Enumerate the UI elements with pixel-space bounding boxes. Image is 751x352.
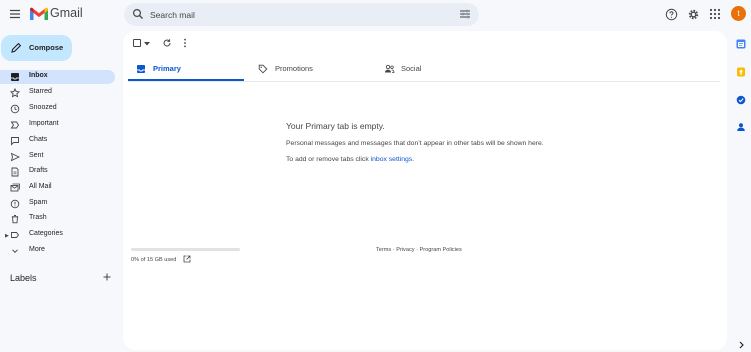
- show-side-panel-icon[interactable]: [738, 341, 745, 349]
- program-policies-link[interactable]: Program Policies: [420, 247, 462, 253]
- storage-meter: [131, 248, 240, 251]
- plus-icon: [103, 273, 111, 281]
- sidebar-item-chats[interactable]: Chats: [0, 134, 115, 148]
- refresh-icon[interactable]: [162, 38, 172, 48]
- sidebar-item-label: Inbox: [29, 72, 48, 79]
- search-input[interactable]: [150, 7, 450, 22]
- star-icon: [10, 88, 20, 98]
- storage-usage: 0% of 15 GB used: [131, 257, 177, 263]
- main-menu-button[interactable]: [7, 6, 23, 22]
- keep-app-button[interactable]: [736, 67, 746, 77]
- sidebar-item-sent[interactable]: Sent: [0, 150, 115, 164]
- tab-social[interactable]: Social: [376, 58, 492, 81]
- hint-suffix: .: [412, 156, 415, 163]
- settings-gear-icon[interactable]: [687, 8, 700, 21]
- sidebar-item-label: More: [29, 246, 45, 253]
- calendar-icon: [736, 39, 746, 49]
- tag-icon: [258, 64, 268, 74]
- select-options-icon[interactable]: [144, 42, 150, 46]
- terms-link[interactable]: Terms: [376, 247, 391, 253]
- compose-button[interactable]: Compose: [1, 35, 72, 61]
- tab-label: Social: [401, 64, 422, 73]
- sidebar-item-label: Sent: [29, 152, 44, 159]
- manage-storage-icon[interactable]: [183, 255, 191, 263]
- pencil-icon: [10, 42, 22, 54]
- sidebar-item-categories[interactable]: Categories: [0, 228, 115, 242]
- sidebar-item-drafts[interactable]: Drafts: [0, 165, 115, 179]
- hamburger-icon: [10, 9, 20, 19]
- tasks-app-button[interactable]: [736, 95, 746, 105]
- search-options-icon[interactable]: [459, 8, 471, 20]
- sidebar-item-label: All Mail: [29, 183, 52, 190]
- sidebar-item-important[interactable]: Important: [0, 118, 115, 132]
- gmail-logo-icon: [30, 7, 48, 20]
- keep-icon: [737, 67, 745, 77]
- clock-icon: [10, 104, 20, 114]
- hint-text: To add or remove tabs click: [286, 156, 371, 163]
- compose-label: Compose: [29, 43, 64, 52]
- tasks-icon: [736, 95, 746, 105]
- labels-heading: Labels: [10, 273, 37, 283]
- sidebar-item-label: Drafts: [29, 167, 48, 174]
- chat-icon: [10, 136, 20, 146]
- tab-label: Promotions: [275, 64, 313, 73]
- tabs-divider: [128, 81, 720, 82]
- more-options-icon[interactable]: [183, 38, 187, 48]
- sidebar-item-label: Trash: [29, 214, 47, 221]
- sidebar-item-label: Spam: [29, 199, 48, 206]
- account-avatar[interactable]: t: [731, 6, 746, 21]
- sidebar-item-label: Important: [29, 120, 59, 127]
- main-panel: Primary Promotions Social Your Primary t…: [123, 31, 727, 350]
- sidebar-item-more[interactable]: More: [0, 244, 115, 258]
- sidebar-item-label: Starred: [29, 88, 52, 95]
- sidebar-item-all-mail[interactable]: All Mail: [0, 181, 115, 195]
- sidebar-item-spam[interactable]: Spam: [0, 197, 115, 211]
- sidebar-item-label: Snoozed: [29, 104, 57, 111]
- all-mail-icon: [10, 183, 20, 193]
- empty-state-title: Your Primary tab is empty.: [286, 121, 385, 131]
- inbox-icon: [10, 72, 20, 82]
- calendar-app-button[interactable]: [736, 39, 746, 49]
- sidebar-item-snoozed[interactable]: Snoozed: [0, 102, 115, 116]
- spam-icon: [10, 199, 20, 209]
- send-icon: [10, 152, 20, 162]
- footer-links: Terms · Privacy · Program Policies: [376, 247, 462, 253]
- sidebar-item-label: Categories: [29, 230, 63, 237]
- inbox-settings-link[interactable]: inbox settings: [371, 156, 413, 163]
- tab-promotions[interactable]: Promotions: [250, 58, 366, 81]
- privacy-link[interactable]: Privacy: [396, 247, 414, 253]
- gmail-logo[interactable]: [29, 7, 49, 21]
- important-icon: [10, 120, 20, 130]
- label-icon: [10, 230, 20, 240]
- contacts-app-button[interactable]: [736, 122, 746, 132]
- sidebar-item-inbox[interactable]: Inbox: [0, 70, 115, 84]
- empty-state-description: Personal messages and messages that don’…: [286, 140, 544, 147]
- create-label-button[interactable]: [102, 272, 112, 282]
- sidebar-item-label: Chats: [29, 136, 48, 143]
- sidebar-item-trash[interactable]: Trash: [0, 212, 115, 226]
- tab-label: Primary: [153, 64, 181, 73]
- people-icon: [384, 64, 395, 74]
- help-icon[interactable]: [665, 8, 678, 21]
- select-all-checkbox[interactable]: [133, 39, 141, 47]
- trash-icon: [10, 214, 20, 224]
- contacts-icon: [737, 123, 745, 131]
- empty-state-hint: To add or remove tabs click inbox settin…: [286, 156, 414, 163]
- expand-categories-icon[interactable]: ▶: [5, 233, 9, 239]
- tab-primary[interactable]: Primary: [128, 58, 244, 81]
- draft-icon: [10, 167, 20, 177]
- inbox-icon: [136, 64, 146, 74]
- search-icon[interactable]: [132, 8, 144, 20]
- google-apps-icon[interactable]: [709, 8, 721, 20]
- sidebar-item-starred[interactable]: Starred: [0, 86, 115, 100]
- search-bar: [124, 3, 479, 26]
- chevron-down-icon: [10, 246, 20, 256]
- app-name: Gmail: [50, 6, 83, 20]
